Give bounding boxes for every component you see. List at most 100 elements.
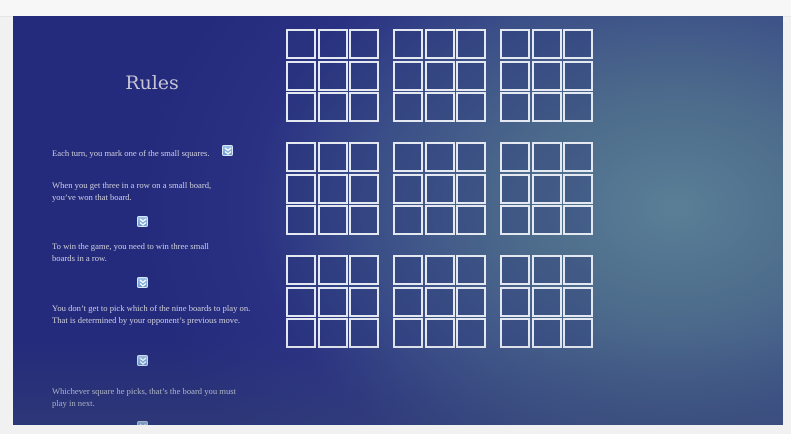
board-cell[interactable] [317, 255, 348, 285]
board-cell[interactable] [424, 29, 455, 59]
rule-text-1: Each turn, you mark one of the small squ… [52, 148, 210, 158]
board-cell[interactable] [500, 60, 530, 91]
board-cell[interactable] [424, 286, 455, 317]
board-cell[interactable] [500, 318, 530, 348]
board-cell[interactable] [531, 205, 562, 235]
next-rule-button-1[interactable] [222, 145, 233, 156]
board-cell[interactable] [424, 255, 455, 285]
board-cell[interactable] [500, 142, 530, 172]
small-board-7 [286, 255, 380, 349]
board-cell[interactable] [424, 205, 455, 235]
board-cell[interactable] [456, 318, 486, 348]
board-cell[interactable] [393, 60, 423, 91]
board-cell[interactable] [531, 92, 562, 122]
next-rule-button-4[interactable] [137, 355, 148, 366]
board-cell[interactable] [286, 142, 316, 172]
rules-title: Rules [125, 72, 179, 94]
board-cell[interactable] [424, 318, 455, 348]
rule-text-2: When you get three in a row on a small b… [52, 180, 212, 202]
board-cell[interactable] [456, 29, 486, 59]
board-cell[interactable] [531, 318, 562, 348]
next-rule-button-3[interactable] [137, 277, 148, 288]
rule-text-4: You don’t get to pick which of the nine … [52, 303, 251, 325]
board-cell[interactable] [349, 60, 379, 91]
board-cell[interactable] [424, 173, 455, 204]
board-cell[interactable] [531, 142, 562, 172]
board-cell[interactable] [349, 29, 379, 59]
board-cell[interactable] [563, 255, 593, 285]
board-cell[interactable] [349, 318, 379, 348]
board-cell[interactable] [393, 286, 423, 317]
board-cell[interactable] [317, 142, 348, 172]
board-cell[interactable] [349, 205, 379, 235]
board-cell[interactable] [500, 255, 530, 285]
board-cell[interactable] [286, 286, 316, 317]
board-cell[interactable] [424, 92, 455, 122]
board-cell[interactable] [563, 29, 593, 59]
board-cell[interactable] [286, 318, 316, 348]
next-rule-button-5[interactable] [137, 421, 148, 425]
small-board-5 [393, 142, 487, 236]
board-cell[interactable] [563, 318, 593, 348]
board-cell[interactable] [317, 286, 348, 317]
top-bar [0, 0, 791, 17]
board-cell[interactable] [456, 255, 486, 285]
board-cell[interactable] [393, 205, 423, 235]
board-cell[interactable] [500, 205, 530, 235]
board-cell[interactable] [286, 60, 316, 91]
board-cell[interactable] [563, 173, 593, 204]
board-cell[interactable] [393, 92, 423, 122]
board-cell[interactable] [286, 92, 316, 122]
double-chevron-down-icon [224, 147, 232, 155]
board-cell[interactable] [456, 173, 486, 204]
next-rule-button-2[interactable] [137, 216, 148, 227]
board-cell[interactable] [286, 29, 316, 59]
board-cell[interactable] [531, 29, 562, 59]
board-cell[interactable] [531, 286, 562, 317]
board-cell[interactable] [317, 318, 348, 348]
small-board-8 [393, 255, 487, 349]
board-cell[interactable] [317, 173, 348, 204]
small-board-9 [500, 255, 594, 349]
double-chevron-down-icon [139, 357, 147, 365]
rules-panel: Rules Each turn, you mark one of the sma… [52, 72, 252, 425]
board-cell[interactable] [424, 60, 455, 91]
board-cell[interactable] [563, 286, 593, 317]
board-cell[interactable] [349, 173, 379, 204]
double-chevron-down-icon [139, 423, 147, 425]
board-cell[interactable] [531, 255, 562, 285]
board-cell[interactable] [500, 173, 530, 204]
board-cell[interactable] [393, 255, 423, 285]
board-cell[interactable] [456, 142, 486, 172]
board-cell[interactable] [286, 173, 316, 204]
board-cell[interactable] [500, 92, 530, 122]
board-cell[interactable] [531, 173, 562, 204]
board-cell[interactable] [424, 142, 455, 172]
board-cell[interactable] [500, 29, 530, 59]
board-cell[interactable] [286, 205, 316, 235]
board-cell[interactable] [563, 60, 593, 91]
board-cell[interactable] [531, 60, 562, 91]
board-cell[interactable] [317, 205, 348, 235]
board-cell[interactable] [393, 29, 423, 59]
board-cell[interactable] [500, 286, 530, 317]
board-cell[interactable] [563, 142, 593, 172]
board-cell[interactable] [456, 92, 486, 122]
board-cell[interactable] [563, 92, 593, 122]
board-cell[interactable] [456, 286, 486, 317]
board-cell[interactable] [349, 286, 379, 317]
board-cell[interactable] [349, 255, 379, 285]
board-cell[interactable] [317, 92, 348, 122]
board-cell[interactable] [317, 29, 348, 59]
board-cell[interactable] [393, 142, 423, 172]
board-cell[interactable] [456, 60, 486, 91]
board-cell[interactable] [286, 255, 316, 285]
board-cell[interactable] [563, 205, 593, 235]
board-cell[interactable] [393, 318, 423, 348]
board-cell[interactable] [349, 92, 379, 122]
board-cell[interactable] [317, 60, 348, 91]
board-cell[interactable] [349, 142, 379, 172]
small-board-1 [286, 29, 380, 123]
board-cell[interactable] [456, 205, 486, 235]
board-cell[interactable] [393, 173, 423, 204]
